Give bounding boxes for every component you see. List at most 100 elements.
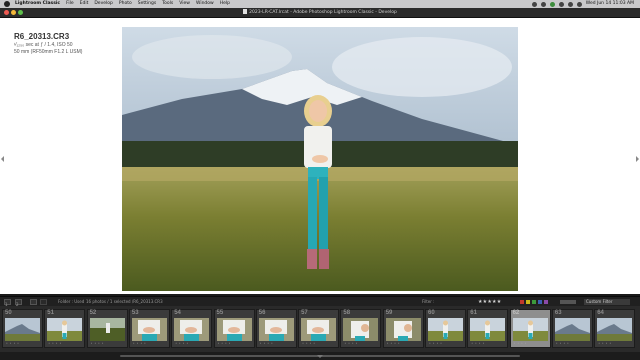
thumbnail-index: 51 — [47, 310, 54, 316]
thumbnail-index: 53 — [131, 310, 139, 316]
menu-settings[interactable]: Settings — [138, 0, 156, 8]
thumbnail-rating[interactable]: • • • • — [302, 341, 315, 345]
monitor-1-icon[interactable]: 1 — [4, 299, 11, 307]
color-filter-green[interactable] — [532, 300, 536, 304]
filmstrip-thumbnail[interactable]: 64 • • • • — [594, 309, 636, 348]
thumbnail-index: 57 — [301, 310, 308, 316]
thumbnail-index: 63 — [554, 310, 562, 316]
clock[interactable]: Wed Jun 14 11:03 AM — [586, 0, 634, 8]
custom-filter-select[interactable]: Custom Filter — [584, 299, 630, 305]
filmstrip-thumbnail[interactable]: 56 • • • • — [255, 309, 297, 348]
monitor-2-icon[interactable]: 2 — [15, 299, 22, 307]
flag-filter[interactable] — [560, 300, 576, 304]
status-icon[interactable] — [540, 1, 546, 7]
thumbnail-rating[interactable]: • • • • — [6, 341, 19, 345]
thumbnail-rating[interactable]: • • • • — [471, 341, 484, 345]
filmstrip-thumbnail[interactable]: 62 • • • • — [509, 309, 551, 348]
thumbnail-index: 52 — [89, 310, 97, 316]
thumbnail-index: 62 — [512, 310, 520, 316]
thumbnail-rating[interactable]: • • • • — [91, 341, 104, 345]
menu-tools[interactable]: Tools — [162, 0, 173, 8]
loupe-lens: 50 mm (RF50mm F1.2 L USM) — [14, 49, 83, 55]
thumbnail-rating[interactable]: • • • • — [175, 341, 188, 345]
filmstrip-thumbnail[interactable]: 52 • • • • — [86, 309, 128, 348]
thumbnail-index: 58 — [343, 310, 351, 316]
filmstrip-thumbnail[interactable]: 58 • • • • — [340, 309, 382, 348]
left-panel-toggle-icon[interactable] — [1, 156, 4, 162]
thumbnail-image — [470, 318, 506, 341]
color-filter-yellow[interactable] — [526, 300, 530, 304]
filmstrip-thumbnail[interactable]: 60 • • • • — [425, 309, 466, 348]
color-filter-purple[interactable] — [544, 300, 548, 304]
thumbnail-rating[interactable]: • • • • — [556, 341, 569, 345]
loupe-exposure: ¹⁄₁₂₅₀ sec at ƒ / 1.4, ISO 50 — [14, 42, 73, 48]
loupe-filename: R6_20313.CR3 — [14, 32, 70, 41]
status-icon[interactable] — [531, 1, 537, 7]
window-controls — [4, 10, 23, 15]
thumbnail-rating[interactable]: • • • • — [260, 341, 273, 345]
thumbnail-index: 64 — [597, 310, 604, 316]
thumbnail-image — [216, 318, 252, 341]
menu-photo[interactable]: Photo — [119, 0, 132, 8]
menu-help[interactable]: Help — [220, 0, 230, 8]
color-filter-red[interactable] — [520, 300, 524, 304]
thumbnail-rating[interactable]: • • • • — [387, 341, 400, 345]
thumbnail-index: 60 — [428, 310, 435, 316]
search-icon[interactable] — [567, 1, 573, 7]
thumbnail-rating[interactable]: • • • • — [598, 341, 611, 345]
menu-lightroom-classic[interactable]: Lightroom Classic — [15, 0, 60, 8]
filmstrip-thumbnail[interactable]: 55 • • • • — [213, 309, 255, 348]
photo-image — [122, 27, 518, 291]
thumbnail-index: 56 — [258, 310, 266, 316]
thumbnail-image — [343, 318, 379, 341]
grid-view-icon[interactable] — [30, 299, 37, 305]
thumbnail-image — [301, 318, 337, 341]
thumbnail-image — [89, 318, 125, 341]
status-icon[interactable] — [549, 1, 555, 7]
minimize-icon[interactable] — [11, 10, 16, 15]
window-title-bar: 2023-LR-CAT.lrcat - Adobe Photoshop Ligh… — [0, 8, 640, 18]
zoom-icon[interactable] — [18, 10, 23, 15]
thumbnail-image — [258, 318, 294, 341]
bottom-panel-toggle-icon[interactable] — [317, 355, 323, 358]
menu-develop[interactable]: Develop — [94, 0, 113, 8]
menu-window[interactable]: Window — [196, 0, 214, 8]
menu-view[interactable]: View — [179, 0, 190, 8]
thumbnail-image — [131, 318, 167, 341]
thumbnail-image — [174, 318, 210, 341]
window-title: 2023-LR-CAT.lrcat - Adobe Photoshop Ligh… — [249, 10, 397, 15]
thumbnail-rating[interactable]: • • • • — [344, 341, 357, 345]
wifi-icon[interactable] — [558, 1, 564, 7]
status-area: Wed Jun 14 11:03 AM — [531, 0, 640, 8]
filmstrip-thumbnail[interactable]: 63 • • • • — [551, 309, 593, 348]
filmstrip-thumbnail[interactable]: 57 • • • • — [298, 309, 340, 348]
filmstrip-thumbnail[interactable]: 53 • • • • — [128, 309, 170, 348]
thumbnail-image — [428, 318, 463, 341]
thumbnail-index: 55 — [216, 310, 224, 316]
filmstrip-thumbnail[interactable]: 61 • • • • — [467, 309, 509, 348]
thumbnail-image — [554, 318, 590, 341]
menu-edit[interactable]: Edit — [80, 0, 89, 8]
thumbnail-rating[interactable]: • • • • — [133, 341, 146, 345]
right-panel-toggle-icon[interactable] — [636, 156, 639, 162]
menu-file[interactable]: File — [66, 0, 74, 8]
thumbnail-rating[interactable]: • • • • — [218, 341, 231, 345]
filmstrip-thumbnail[interactable]: 59 • • • • — [382, 309, 424, 348]
apple-icon[interactable] — [4, 1, 10, 7]
thumbnail-rating[interactable]: • • • • — [514, 341, 527, 345]
document-icon — [243, 9, 248, 14]
control-center-icon[interactable] — [576, 1, 582, 7]
close-icon[interactable] — [4, 10, 9, 15]
thumbnail-image — [597, 318, 633, 341]
filmstrip-thumbnail[interactable]: 51 • • • • — [44, 309, 86, 348]
color-filter-blue[interactable] — [538, 300, 542, 304]
filmstrip-thumbnail[interactable]: 50 • • • • — [2, 309, 43, 348]
main-photo[interactable] — [122, 27, 518, 291]
back-icon[interactable] — [40, 299, 47, 305]
thumbnail-rating[interactable]: • • • • — [429, 341, 442, 345]
thumbnail-index: 61 — [470, 310, 477, 316]
thumbnail-image — [47, 318, 83, 341]
filmstrip-thumbnail[interactable]: 54 • • • • — [171, 309, 213, 348]
thumbnail-image — [512, 318, 548, 341]
thumbnail-rating[interactable]: • • • • — [48, 341, 61, 345]
